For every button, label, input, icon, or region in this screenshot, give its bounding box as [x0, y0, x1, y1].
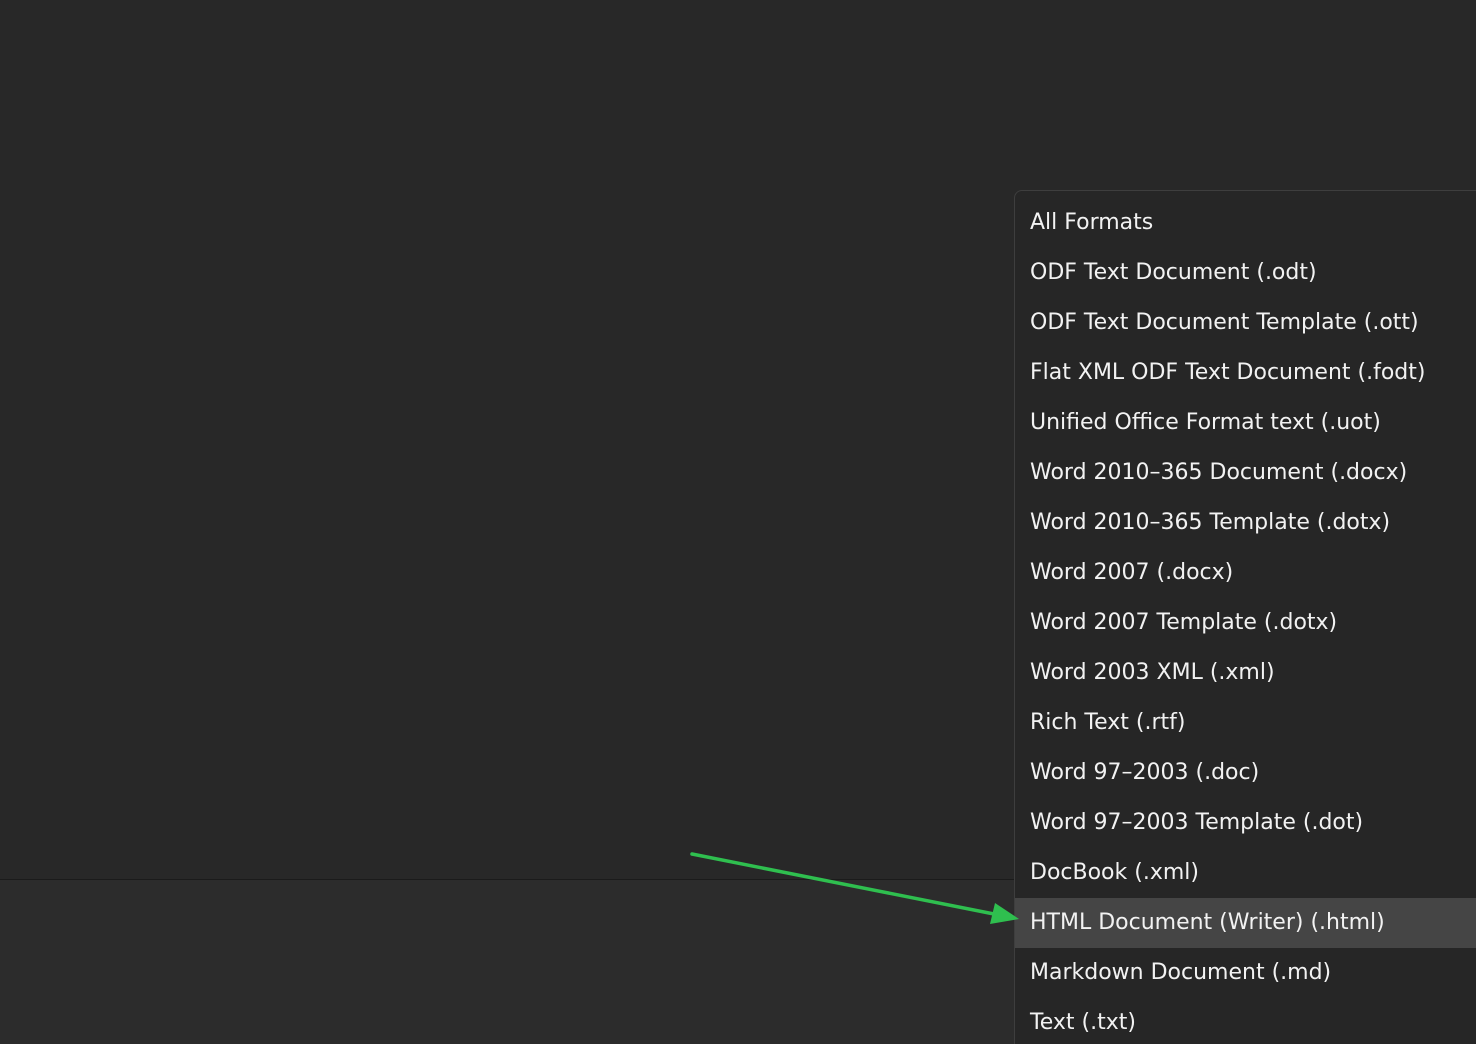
format-option-dot[interactable]: Word 97–2003 Template (.dot) [1015, 798, 1476, 848]
format-option-dotx-2007[interactable]: Word 2007 Template (.dotx) [1015, 598, 1476, 648]
format-option-doc[interactable]: Word 97–2003 (.doc) [1015, 748, 1476, 798]
format-option-uot[interactable]: Unified Office Format text (.uot) [1015, 398, 1476, 448]
format-option-markdown[interactable]: Markdown Document (.md) [1015, 948, 1476, 998]
format-option-odt[interactable]: ODF Text Document (.odt) [1015, 248, 1476, 298]
file-dialog: All Formats ODF Text Document (.odt) ODF… [0, 0, 1476, 1044]
format-option-xml-2003[interactable]: Word 2003 XML (.xml) [1015, 648, 1476, 698]
file-type-dropdown-list[interactable]: All Formats ODF Text Document (.odt) ODF… [1014, 190, 1476, 1044]
format-option-docx-2007[interactable]: Word 2007 (.docx) [1015, 548, 1476, 598]
format-option-dotx-2010[interactable]: Word 2010–365 Template (.dotx) [1015, 498, 1476, 548]
format-option-rtf[interactable]: Rich Text (.rtf) [1015, 698, 1476, 748]
format-option-html[interactable]: HTML Document (Writer) (.html) [1015, 898, 1476, 948]
format-option-fodt[interactable]: Flat XML ODF Text Document (.fodt) [1015, 348, 1476, 398]
format-option-txt[interactable]: Text (.txt) [1015, 998, 1476, 1044]
format-option-all-formats[interactable]: All Formats [1015, 198, 1476, 248]
format-option-docbook[interactable]: DocBook (.xml) [1015, 848, 1476, 898]
format-option-docx-2010[interactable]: Word 2010–365 Document (.docx) [1015, 448, 1476, 498]
format-option-ott[interactable]: ODF Text Document Template (.ott) [1015, 298, 1476, 348]
